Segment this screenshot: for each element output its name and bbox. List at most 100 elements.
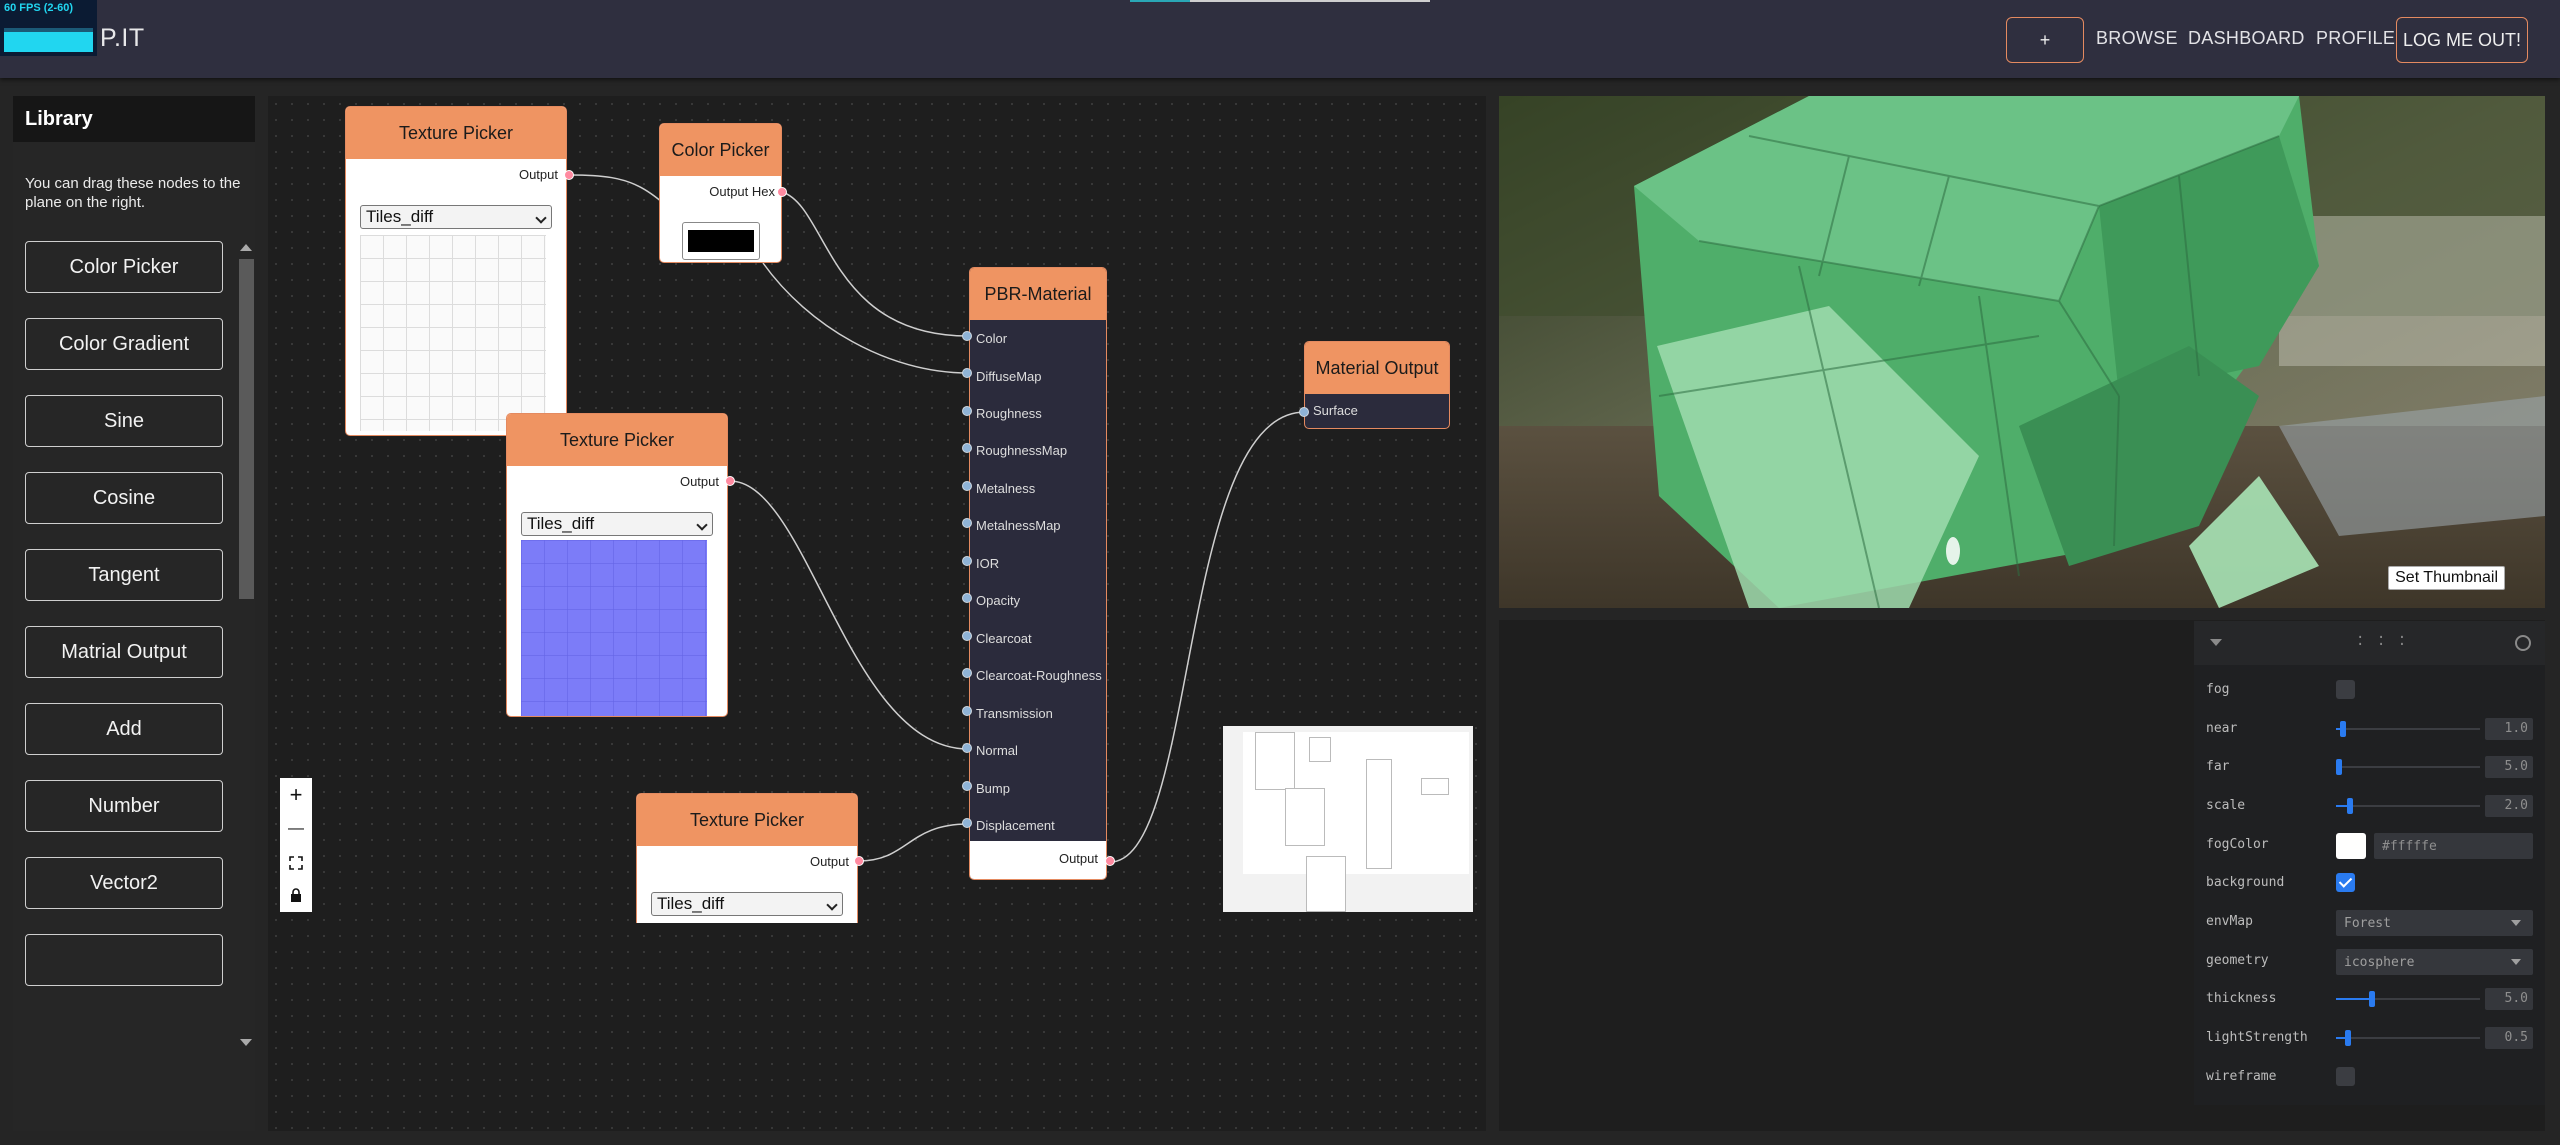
gui-label-far: far <box>2206 759 2230 774</box>
gui-label-geometry: geometry <box>2206 953 2269 968</box>
envmap-select[interactable]: Forest <box>2336 910 2533 936</box>
input-socket[interactable] <box>962 331 972 341</box>
input-socket[interactable] <box>962 443 972 453</box>
gui-label-lightstrength: lightStrength <box>2206 1030 2308 1045</box>
wireframe-checkbox[interactable] <box>2336 1067 2355 1086</box>
output-socket[interactable] <box>854 856 864 866</box>
input-socket[interactable] <box>962 781 972 791</box>
library-item-sine[interactable]: Sine <box>25 395 223 447</box>
input-socket[interactable] <box>962 368 972 378</box>
set-thumbnail-button[interactable]: Set Thumbnail <box>2388 566 2505 590</box>
gui-header[interactable]: · · · · · · <box>2194 621 2545 665</box>
texture-select[interactable]: Tiles_diff <box>651 892 843 916</box>
geometry-select[interactable]: icosphere <box>2336 949 2533 975</box>
output-socket[interactable] <box>1105 856 1115 866</box>
library-item-vector2[interactable]: Vector2 <box>25 857 223 909</box>
node-title: Material Output <box>1305 342 1449 394</box>
wire-texture2-to-normal <box>729 480 969 750</box>
minimap-node <box>1309 737 1331 762</box>
color-swatch[interactable] <box>682 222 760 260</box>
library-item-tangent[interactable]: Tangent <box>25 549 223 601</box>
gui-row-wireframe: wireframe <box>2194 1058 2545 1096</box>
fit-view-button[interactable] <box>280 846 312 880</box>
gui-label-background: background <box>2206 875 2285 890</box>
color-picker-node[interactable]: Color Picker Output Hex <box>659 123 782 263</box>
library-item-partial[interactable] <box>25 934 223 986</box>
fog-checkbox[interactable] <box>2336 680 2355 699</box>
input-socket[interactable] <box>962 631 972 641</box>
input-port-label: Transmission <box>976 706 1053 721</box>
input-socket[interactable] <box>962 743 972 753</box>
library-scrollbar[interactable] <box>236 241 256 1049</box>
near-value[interactable]: 1.0 <box>2485 718 2533 740</box>
3d-preview-viewport[interactable]: Set Thumbnail <box>1499 96 2545 608</box>
zoom-out-button[interactable]: — <box>280 812 312 846</box>
input-socket[interactable] <box>1299 407 1309 417</box>
fogcolor-input[interactable]: #fffffe <box>2374 833 2533 859</box>
scrollbar-thumb[interactable] <box>239 259 254 599</box>
input-socket[interactable] <box>962 481 972 491</box>
nav-browse-link[interactable]: BROWSE <box>2096 28 2178 49</box>
scroll-down-icon[interactable] <box>240 1039 252 1046</box>
nav-profile-link[interactable]: PROFILE <box>2316 28 2395 49</box>
wire-color-picker-to-diffusemap <box>762 262 969 374</box>
input-socket[interactable] <box>962 518 972 528</box>
scroll-up-icon[interactable] <box>240 244 252 251</box>
scale-slider[interactable] <box>2336 798 2480 814</box>
search-icon[interactable] <box>2515 635 2531 651</box>
input-socket[interactable] <box>962 668 972 678</box>
gui-label-wireframe: wireframe <box>2206 1069 2277 1084</box>
thickness-value[interactable]: 5.0 <box>2485 988 2533 1010</box>
create-button[interactable]: + <box>2006 17 2084 63</box>
settings-gui-panel: · · · · · · fog near 1.0 far 5.0 scale 2.… <box>2194 621 2545 1105</box>
library-item-number[interactable]: Number <box>25 780 223 832</box>
gui-label-scale: scale <box>2206 798 2246 813</box>
node-editor-canvas[interactable]: Texture Picker Output Tiles_diff Color P… <box>268 96 1486 1131</box>
output-socket[interactable] <box>564 170 574 180</box>
input-socket[interactable] <box>962 556 972 566</box>
texture-picker-node-1[interactable]: Texture Picker Output Tiles_diff <box>345 106 567 436</box>
texture-select[interactable]: Tiles_diff <box>360 205 552 229</box>
gui-row-geometry: geometry icosphere <box>2194 942 2545 980</box>
input-socket[interactable] <box>962 818 972 828</box>
input-port-label: Surface <box>1313 403 1358 418</box>
texture-picker-node-3[interactable]: Texture Picker Output Tiles_diff <box>636 793 858 923</box>
background-checkbox[interactable] <box>2336 873 2355 892</box>
collapse-caret-icon[interactable] <box>2210 639 2222 646</box>
drag-handle-icon[interactable]: · · · · · · <box>2356 631 2408 652</box>
fogcolor-swatch[interactable] <box>2336 833 2366 859</box>
texture-select[interactable]: Tiles_diff <box>521 512 713 536</box>
library-item-add[interactable]: Add <box>25 703 223 755</box>
far-slider[interactable] <box>2336 759 2480 775</box>
input-socket[interactable] <box>962 706 972 716</box>
library-item-material-output[interactable]: Matrial Output <box>25 626 223 678</box>
zoom-in-button[interactable]: + <box>280 778 312 812</box>
library-item-color-picker[interactable]: Color Picker <box>25 241 223 293</box>
pbr-material-node[interactable]: PBR-Material Color DiffuseMap Roughness … <box>969 267 1107 880</box>
input-socket[interactable] <box>962 593 972 603</box>
far-value[interactable]: 5.0 <box>2485 756 2533 778</box>
editor-minimap[interactable] <box>1223 726 1473 912</box>
texture-picker-node-2[interactable]: Texture Picker Output Tiles_diff <box>506 413 728 717</box>
near-slider[interactable] <box>2336 721 2480 737</box>
output-socket[interactable] <box>725 476 735 486</box>
input-port-label: IOR <box>976 556 1000 571</box>
chevron-down-icon <box>2511 920 2521 926</box>
lightstrength-slider[interactable] <box>2336 1030 2480 1046</box>
thickness-slider[interactable] <box>2336 991 2480 1007</box>
lock-button[interactable] <box>280 878 312 912</box>
nav-dashboard-link[interactable]: DASHBOARD <box>2188 28 2305 49</box>
scale-value[interactable]: 2.0 <box>2485 795 2533 817</box>
output-socket[interactable] <box>777 187 787 197</box>
gui-row-near: near 1.0 <box>2194 710 2545 748</box>
library-item-cosine[interactable]: Cosine <box>25 472 223 524</box>
logout-button[interactable]: LOG ME OUT! <box>2396 17 2528 63</box>
gui-row-fogcolor: fogColor #fffffe <box>2194 826 2545 864</box>
material-output-node[interactable]: Material Output Surface <box>1304 341 1450 429</box>
input-port-label: Clearcoat <box>976 631 1032 646</box>
library-item-color-gradient[interactable]: Color Gradient <box>25 318 223 370</box>
chevron-down-icon <box>696 519 708 531</box>
lightstrength-value[interactable]: 0.5 <box>2485 1027 2533 1049</box>
app-logo[interactable]: P.IT <box>100 24 145 53</box>
input-socket[interactable] <box>962 406 972 416</box>
